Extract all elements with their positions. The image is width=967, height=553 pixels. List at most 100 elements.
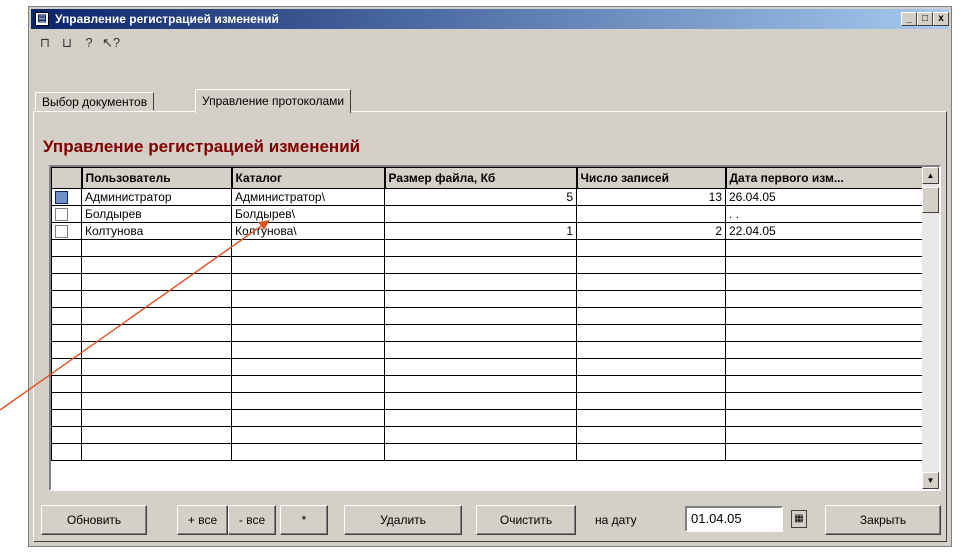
empty-cell[interactable]: [51, 392, 82, 410]
catalog-cell[interactable]: Администратор\: [231, 188, 385, 206]
empty-cell[interactable]: [81, 307, 232, 325]
empty-table-row[interactable]: [51, 256, 925, 274]
empty-cell[interactable]: [384, 375, 577, 393]
empty-cell[interactable]: [725, 256, 925, 274]
header-records[interactable]: Число записей: [576, 167, 727, 189]
star-button[interactable]: *: [280, 505, 328, 535]
empty-cell[interactable]: [231, 239, 385, 257]
empty-cell[interactable]: [576, 324, 726, 342]
row-checkbox-cell[interactable]: [51, 188, 82, 206]
empty-cell[interactable]: [576, 358, 726, 376]
empty-cell[interactable]: [231, 426, 385, 444]
empty-table-row[interactable]: [51, 273, 925, 291]
table-row[interactable]: Администратор Администратор\ 5 13 26.04.05: [51, 188, 925, 206]
empty-cell[interactable]: [231, 307, 385, 325]
empty-cell[interactable]: [384, 273, 577, 291]
close-button[interactable]: Закрыть: [825, 505, 941, 535]
tab-protocol-management[interactable]: Управление протоколами: [195, 89, 352, 113]
empty-cell[interactable]: [51, 426, 82, 444]
empty-cell[interactable]: [384, 443, 577, 461]
empty-cell[interactable]: [576, 273, 726, 291]
user-cell[interactable]: Администратор: [81, 188, 232, 206]
empty-cell[interactable]: [384, 341, 577, 359]
empty-cell[interactable]: [384, 426, 577, 444]
empty-cell[interactable]: [725, 409, 925, 427]
empty-cell[interactable]: [81, 290, 232, 308]
scroll-thumb[interactable]: [922, 187, 939, 213]
empty-cell[interactable]: [231, 273, 385, 291]
empty-table-row[interactable]: [51, 324, 925, 342]
minimize-button[interactable]: _: [901, 12, 917, 26]
empty-table-row[interactable]: [51, 375, 925, 393]
size-cell[interactable]: [384, 205, 577, 223]
empty-cell[interactable]: [384, 307, 577, 325]
empty-cell[interactable]: [231, 358, 385, 376]
scroll-down-icon[interactable]: ▼: [922, 472, 939, 489]
empty-cell[interactable]: [725, 358, 925, 376]
empty-cell[interactable]: [576, 392, 726, 410]
records-cell[interactable]: 2: [576, 222, 726, 240]
empty-cell[interactable]: [384, 409, 577, 427]
delete-button[interactable]: Удалить: [344, 505, 462, 535]
empty-cell[interactable]: [576, 443, 726, 461]
empty-cell[interactable]: [51, 307, 82, 325]
empty-cell[interactable]: [81, 239, 232, 257]
size-cell[interactable]: 1: [384, 222, 577, 240]
empty-cell[interactable]: [81, 256, 232, 274]
row-checkbox[interactable]: [55, 208, 68, 222]
empty-cell[interactable]: [576, 341, 726, 359]
empty-table-row[interactable]: [51, 392, 925, 410]
empty-table-row[interactable]: [51, 307, 925, 325]
size-cell[interactable]: 5: [384, 188, 577, 206]
empty-cell[interactable]: [384, 392, 577, 410]
user-cell[interactable]: Болдырев: [81, 205, 232, 223]
empty-cell[interactable]: [51, 239, 82, 257]
empty-cell[interactable]: [384, 324, 577, 342]
refresh-button[interactable]: Обновить: [41, 505, 147, 535]
empty-cell[interactable]: [725, 392, 925, 410]
empty-cell[interactable]: [81, 324, 232, 342]
empty-table-row[interactable]: [51, 358, 925, 376]
context-help-icon[interactable]: ↖?: [101, 33, 121, 53]
empty-cell[interactable]: [81, 392, 232, 410]
empty-cell[interactable]: [725, 324, 925, 342]
empty-cell[interactable]: [576, 239, 726, 257]
empty-cell[interactable]: [576, 290, 726, 308]
empty-cell[interactable]: [576, 409, 726, 427]
empty-table-row[interactable]: [51, 290, 925, 308]
empty-cell[interactable]: [384, 358, 577, 376]
empty-cell[interactable]: [51, 341, 82, 359]
empty-cell[interactable]: [51, 409, 82, 427]
empty-table-row[interactable]: [51, 341, 925, 359]
date-cell[interactable]: 26.04.05: [725, 188, 925, 206]
empty-cell[interactable]: [384, 239, 577, 257]
catalog-cell[interactable]: Болдырев\: [231, 205, 385, 223]
empty-cell[interactable]: [51, 443, 82, 461]
row-checkbox-cell[interactable]: [51, 205, 82, 223]
vertical-scrollbar[interactable]: ▲ ▼: [922, 167, 939, 489]
empty-cell[interactable]: [81, 409, 232, 427]
empty-cell[interactable]: [725, 443, 925, 461]
row-checkbox[interactable]: [55, 225, 68, 239]
empty-cell[interactable]: [231, 341, 385, 359]
header-catalog[interactable]: Каталог: [231, 167, 386, 189]
records-cell[interactable]: 13: [576, 188, 726, 206]
tab-document-selection[interactable]: Выбор документов: [35, 92, 155, 111]
empty-cell[interactable]: [725, 375, 925, 393]
empty-cell[interactable]: [81, 358, 232, 376]
empty-table-row[interactable]: [51, 409, 925, 427]
date-cell[interactable]: . .: [725, 205, 925, 223]
empty-cell[interactable]: [725, 307, 925, 325]
date-input[interactable]: 01.04.05: [685, 506, 783, 532]
maximize-button[interactable]: □: [917, 12, 933, 26]
empty-cell[interactable]: [384, 256, 577, 274]
user-cell[interactable]: Колтунова: [81, 222, 232, 240]
empty-cell[interactable]: [231, 409, 385, 427]
row-checkbox[interactable]: [55, 191, 68, 205]
empty-cell[interactable]: [231, 290, 385, 308]
lock-icon[interactable]: ⊓: [35, 33, 55, 53]
select-all-button[interactable]: + все: [177, 505, 228, 535]
row-checkbox-cell[interactable]: [51, 222, 82, 240]
calendar-icon[interactable]: ▦: [791, 510, 807, 528]
empty-cell[interactable]: [51, 358, 82, 376]
